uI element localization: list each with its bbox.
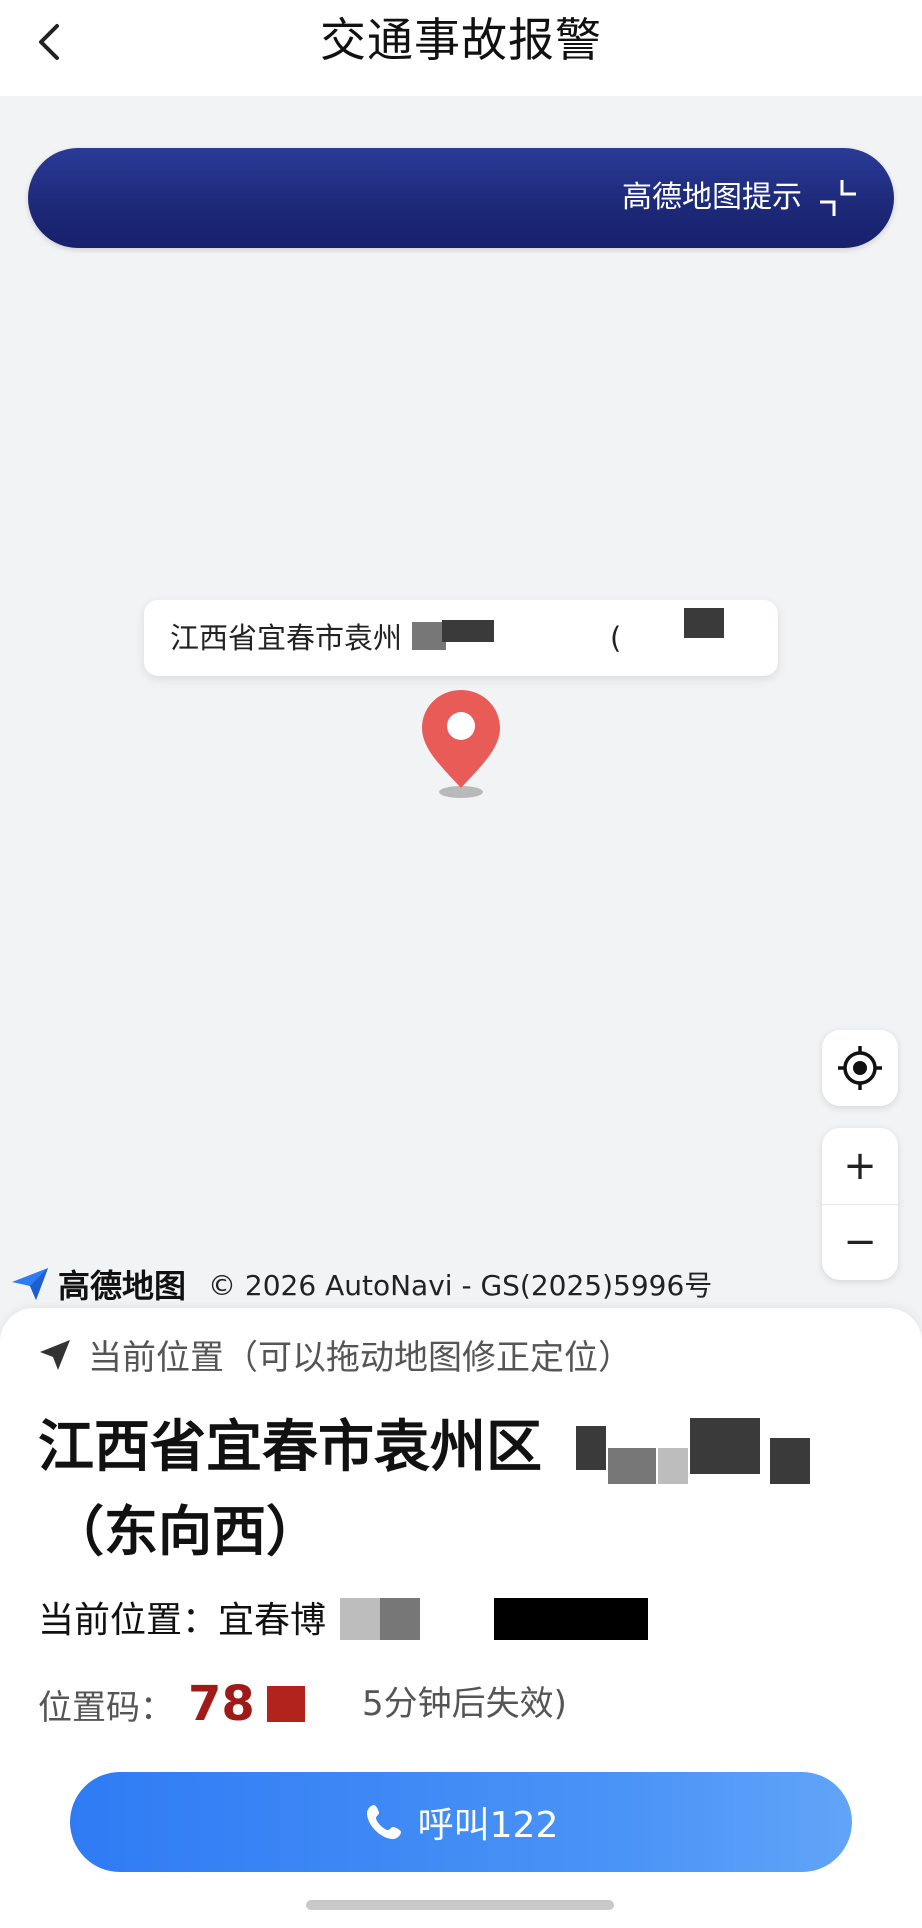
address-title: 江西省宜春市袁州区: [38, 1415, 542, 1480]
zoom-control: + −: [822, 1128, 898, 1280]
screen: 交通事故报警 高德地图提示 江西省宜春市袁州 (+ − 高德地图 © 2026…: [0, 0, 922, 1928]
navigation-arrow-icon: [40, 1339, 70, 1370]
home-indicator[interactable]: [306, 1900, 614, 1910]
collapse-icon[interactable]: [816, 176, 860, 220]
location-code: 位置码： 78: [38, 1674, 305, 1734]
direction-text: （东向西）: [50, 1500, 320, 1563]
crosshair-icon: [838, 1046, 882, 1090]
location-hint: 当前位置（可以拖动地图修正定位）: [38, 1330, 632, 1379]
redaction-block: [690, 1418, 760, 1474]
call-122-label: 呼叫122: [417, 1805, 559, 1846]
amap-logo-text: 高德地图: [58, 1267, 187, 1305]
location-code-value: 78: [188, 1676, 255, 1732]
redaction-block: [442, 620, 494, 642]
amap-tip-banner[interactable]: 高德地图提示: [28, 148, 894, 248]
locate-button[interactable]: [822, 1030, 898, 1106]
bubble-paren: (: [610, 621, 622, 655]
redaction-block: [770, 1438, 810, 1484]
redaction-block: [340, 1598, 380, 1640]
redaction-block: [684, 608, 724, 638]
location-pin-icon: [422, 690, 500, 798]
location-code-expiry: 5分钟后失效): [362, 1684, 567, 1724]
redaction-block: [266, 1686, 305, 1722]
amap-logo-icon: [12, 1268, 48, 1300]
bubble-address-text: 江西省宜春市袁州: [170, 621, 403, 655]
redaction-block: [412, 622, 446, 650]
address-bubble: 江西省宜春市袁州 (: [144, 600, 778, 676]
zoom-in-button[interactable]: +: [822, 1128, 898, 1205]
top-bar: 交通事故报警: [0, 0, 922, 97]
copyright-text: © 2026 AutoNavi - GS(2025)5996号: [208, 1269, 713, 1302]
redaction-block: [608, 1448, 656, 1484]
phone-icon: [366, 1805, 401, 1839]
redaction-block: [658, 1448, 688, 1484]
location-hint-text: 当前位置（可以拖动地图修正定位）: [88, 1338, 632, 1378]
redaction-block: [494, 1598, 648, 1640]
call-122-button[interactable]: 呼叫122: [70, 1772, 852, 1872]
location-sheet: 当前位置（可以拖动地图修正定位） 江西省宜春市袁州区 （东向西） 当前位置：宜春…: [0, 1308, 922, 1928]
amap-tip-text: 高德地图提示: [622, 180, 802, 215]
map-attribution: 高德地图 © 2026 AutoNavi - GS(2025)5996号: [10, 1260, 712, 1308]
page-title: 交通事故报警: [320, 13, 602, 67]
zoom-out-button[interactable]: −: [822, 1204, 898, 1280]
map-view[interactable]: 高德地图提示 江西省宜春市袁州 (+ − 高德地图 © 2026 AutoNa…: [0, 96, 922, 1331]
redaction-block: [576, 1426, 606, 1470]
location-code-label: 位置码：: [38, 1687, 174, 1728]
current-location-text: 当前位置：宜春博: [38, 1600, 327, 1641]
redaction-block: [380, 1598, 420, 1640]
